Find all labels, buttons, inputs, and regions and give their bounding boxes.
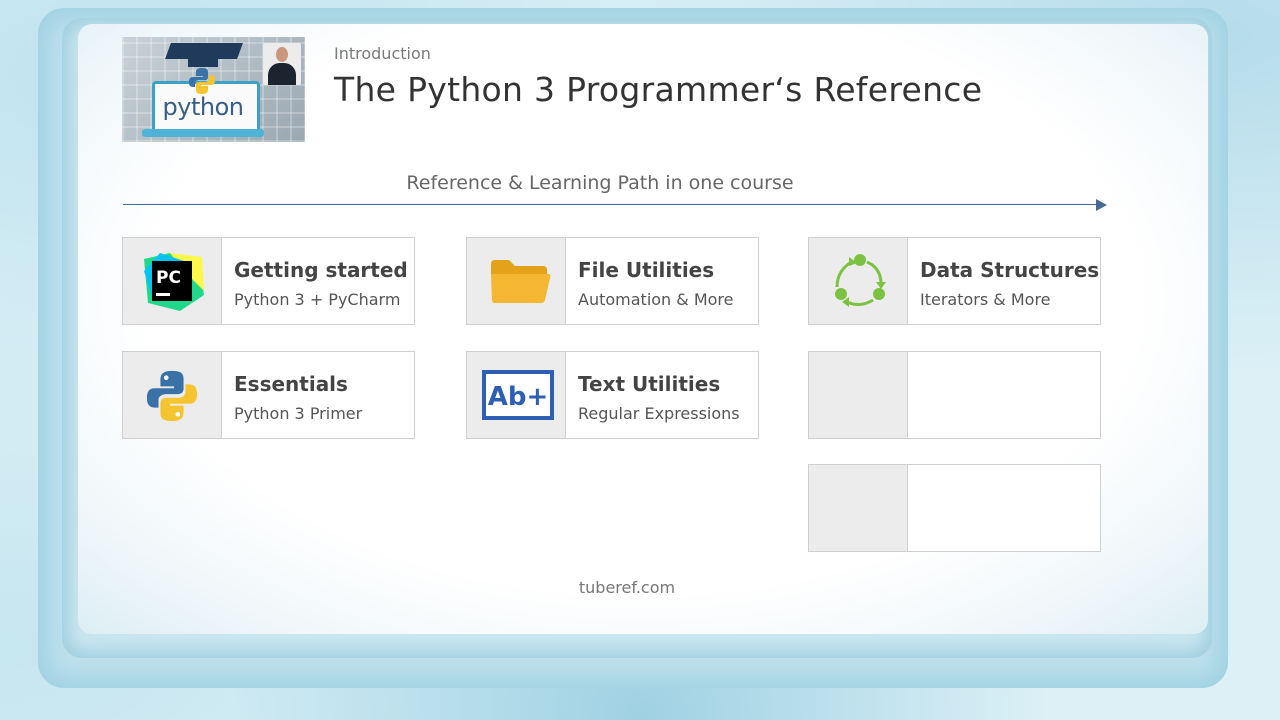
path-arrow-line xyxy=(123,204,1098,205)
card-icon-box xyxy=(809,352,908,438)
card-data-structures[interactable]: Data Structures Iterators & More xyxy=(808,237,1101,325)
folder-icon xyxy=(491,260,551,303)
card-subtitle: Automation & More xyxy=(578,290,734,309)
avatar-body xyxy=(268,63,296,85)
instructor-avatar xyxy=(263,43,301,85)
card-subtitle: Regular Expressions xyxy=(578,404,740,423)
card-empty-1[interactable] xyxy=(808,351,1101,439)
card-icon-box: Ab+ xyxy=(467,352,566,438)
card-icon-box xyxy=(123,352,222,438)
card-icon-box xyxy=(467,238,566,324)
card-title: File Utilities xyxy=(578,258,715,282)
card-text-utilities[interactable]: Ab+ Text Utilities Regular Expressions xyxy=(466,351,759,439)
graduation-cap-band xyxy=(188,57,218,67)
card-empty-2[interactable] xyxy=(808,464,1101,552)
card-title: Getting started xyxy=(234,258,408,282)
svg-text:PC: PC xyxy=(156,268,181,288)
laptop-base xyxy=(142,129,264,137)
footer-url[interactable]: tuberef.com xyxy=(0,578,1254,597)
cycle-icon xyxy=(835,254,886,307)
card-getting-started[interactable]: PC Getting started Python 3 + PyCharm xyxy=(122,237,415,325)
card-subtitle: Python 3 + PyCharm xyxy=(234,290,401,309)
arrow-head-icon xyxy=(1096,199,1107,211)
svg-text:Ab+: Ab+ xyxy=(488,382,549,412)
card-essentials[interactable]: Essentials Python 3 Primer xyxy=(122,351,415,439)
card-subtitle: Python 3 Primer xyxy=(234,404,363,423)
page-title: The Python 3 Programmer‘s Reference xyxy=(334,70,983,109)
course-logo: python xyxy=(122,37,305,142)
logo-python-text: python xyxy=(162,93,244,121)
path-label: Reference & Learning Path in one course xyxy=(406,172,794,194)
card-title: Text Utilities xyxy=(578,372,721,396)
python-icon xyxy=(146,370,198,422)
card-title: Essentials xyxy=(234,372,348,396)
card-subtitle: Iterators & More xyxy=(920,290,1051,309)
pycharm-icon: PC xyxy=(144,253,204,311)
section-kicker: Introduction xyxy=(334,44,431,63)
text-abplus-icon: Ab+ xyxy=(482,370,554,420)
card-title: Data Structures xyxy=(920,258,1100,282)
avatar-head xyxy=(276,47,288,62)
card-icon-box: PC xyxy=(123,238,222,324)
python-logo-icon xyxy=(189,68,215,94)
card-icon-box xyxy=(809,465,908,551)
card-icon-box xyxy=(809,238,908,324)
card-file-utilities[interactable]: File Utilities Automation & More xyxy=(466,237,759,325)
